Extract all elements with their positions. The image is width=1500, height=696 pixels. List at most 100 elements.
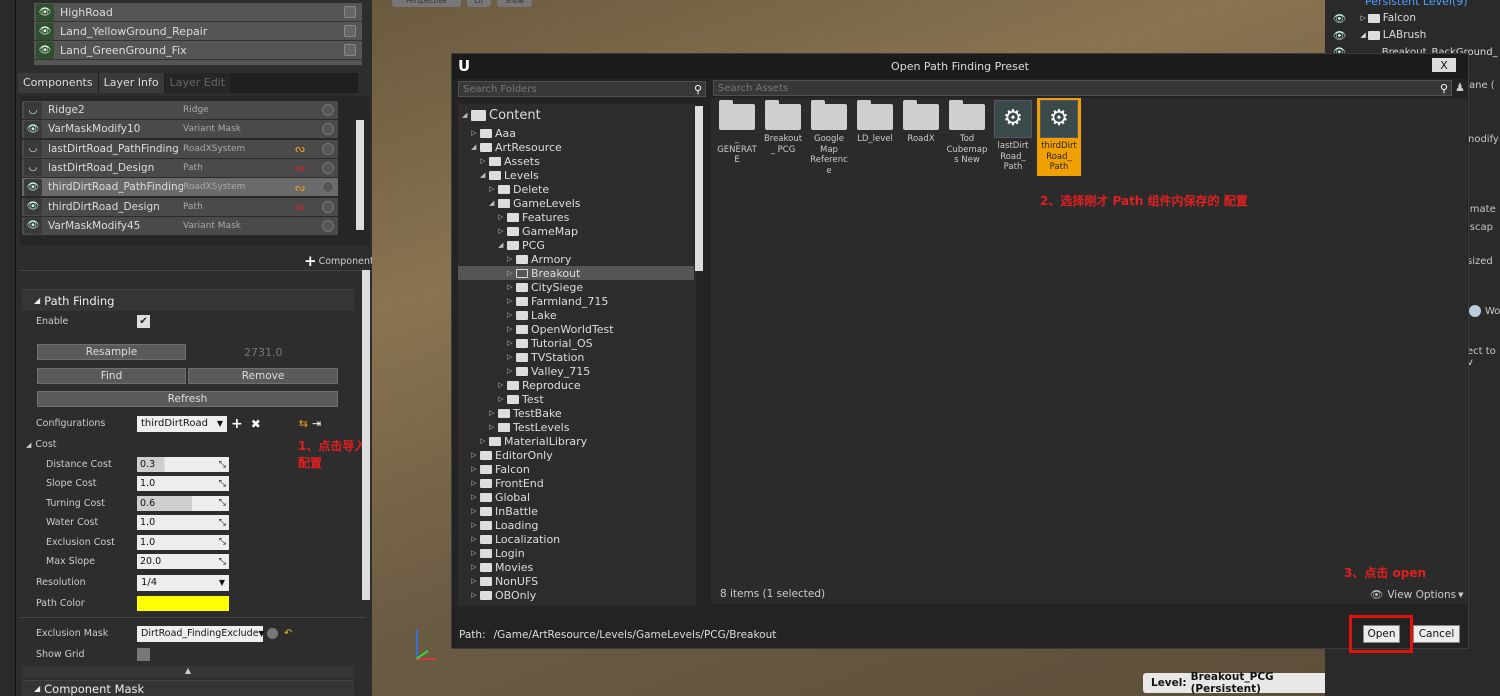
collapsed-arrow-icon[interactable]: ▷: [471, 521, 480, 529]
folder-tree-item[interactable]: ▷ OBOnly: [471, 588, 536, 602]
expanded-arrow-icon[interactable]: ◢: [471, 143, 480, 151]
search-assets-input[interactable]: Search Assets ⚲: [713, 80, 1452, 96]
layer-row[interactable]: 👁 HighRoad: [34, 3, 362, 22]
eye-icon[interactable]: 👁: [36, 3, 54, 21]
folder-tree-item[interactable]: ▷ Farmland_715: [507, 294, 608, 308]
eye-icon[interactable]: 👁: [24, 198, 42, 215]
add-component-button[interactable]: + Component: [304, 252, 374, 270]
collapsed-arrow-icon[interactable]: ▷: [480, 157, 489, 165]
expanded-arrow-icon[interactable]: ◢: [462, 111, 471, 119]
eye-icon[interactable]: 👁: [24, 178, 42, 196]
folder-tree-item[interactable]: ◢ GameLevels: [489, 196, 581, 210]
collapsed-arrow-icon[interactable]: ▷: [471, 493, 480, 501]
folder-tree-item[interactable]: ▷ EditorOnly: [471, 448, 553, 462]
show-grid-checkbox[interactable]: [137, 648, 150, 661]
open-button[interactable]: Open: [1363, 625, 1400, 643]
layer-lock-icon[interactable]: [344, 44, 356, 56]
component-toggle-icon[interactable]: [322, 142, 334, 155]
layer-lock-icon[interactable]: [344, 25, 356, 37]
configurations-dropdown[interactable]: thirdDirtRoad ▼: [137, 415, 227, 432]
exclusion-mask-dropdown[interactable]: DirtRoad_FindingExclude ▼: [137, 625, 265, 642]
details-scrollbar[interactable]: [362, 270, 370, 600]
folder-tree-item[interactable]: ▷ Armory: [507, 252, 571, 266]
tab-layer-info[interactable]: Layer Info: [98, 73, 164, 93]
remove-button[interactable]: Remove: [188, 368, 338, 384]
layer-row[interactable]: 👁 Land_GreenGround_Fix: [34, 41, 362, 60]
collapsed-arrow-icon[interactable]: ▷: [489, 409, 498, 417]
find-button[interactable]: Find: [37, 368, 186, 384]
tree-scrollbar[interactable]: [695, 106, 703, 271]
folder-tree-item[interactable]: ◢ PCG: [498, 238, 545, 252]
folder-tree-item[interactable]: ▷ Tutorial_OS: [507, 336, 593, 350]
perspective-button[interactable]: Perspective: [392, 0, 461, 7]
collapsed-arrow-icon[interactable]: ▷: [471, 549, 480, 557]
folder-tree-item[interactable]: ▷ Falcon: [471, 462, 530, 476]
folder-tree-item[interactable]: ▷ TestBake: [489, 406, 562, 420]
component-row[interactable]: ◡ lastDirtRoad_Design Path ᔓ: [22, 158, 338, 178]
reset-arrow-icon[interactable]: ↶: [284, 628, 292, 639]
collapsed-arrow-icon[interactable]: ▷: [471, 479, 480, 487]
collapsed-arrow-icon[interactable]: ▷: [498, 227, 507, 235]
eye-icon[interactable]: ◡: [24, 159, 42, 177]
folder-tree-item[interactable]: ▷ Delete: [489, 182, 549, 196]
folder-tree-item[interactable]: ▷ Reproduce: [498, 378, 581, 392]
folder-tree-item[interactable]: ▷ Breakout: [458, 266, 694, 280]
dialog-titlebar[interactable]: Open Path Finding Preset: [452, 54, 1468, 79]
expanded-arrow-icon[interactable]: ◢: [480, 171, 489, 179]
collapse-advanced-button[interactable]: ▲: [22, 666, 354, 678]
component-row[interactable]: 👁 VarMaskModify10 Variant Mask: [22, 120, 338, 140]
export-config-icon[interactable]: ⇥: [312, 417, 321, 430]
component-toggle-icon[interactable]: [322, 181, 334, 194]
cost-spinbox[interactable]: 20.0 ⤡: [137, 554, 229, 569]
cancel-button[interactable]: Cancel: [1413, 625, 1460, 643]
cost-group[interactable]: ◢ Cost: [22, 435, 354, 454]
collapsed-arrow-icon[interactable]: ▷: [471, 507, 480, 515]
world-settings-item[interactable]: Wo: [1469, 305, 1500, 317]
browse-icon[interactable]: [267, 628, 278, 639]
component-toggle-icon[interactable]: [322, 219, 334, 232]
outliner-item[interactable]: 👁 ◢ LABrush: [1333, 28, 1500, 42]
eye-icon[interactable]: 👁: [24, 217, 42, 235]
folder-tree-item[interactable]: ▷ CitySiege: [507, 280, 583, 294]
folder-tree-item[interactable]: ▷ MaterialLibrary: [480, 434, 587, 448]
folder-tree-item[interactable]: ▷ TVStation: [507, 350, 584, 364]
collapsed-arrow-icon[interactable]: ▷: [507, 283, 516, 291]
resample-button[interactable]: Resample: [37, 344, 186, 360]
eye-icon[interactable]: 👁: [1333, 29, 1346, 42]
folder-tree-item[interactable]: ▷ InBattle: [471, 504, 538, 518]
component-toggle-icon[interactable]: [322, 200, 334, 213]
tab-layer-edit[interactable]: Layer Edit: [164, 73, 231, 93]
collapsed-arrow-icon[interactable]: ▷: [507, 339, 516, 347]
view-options-button[interactable]: 👁 View Options ▼: [1370, 588, 1464, 602]
folder-tree-item[interactable]: ▷ Localization: [471, 532, 560, 546]
collapsed-arrow-icon[interactable]: ▷: [471, 451, 480, 459]
add-config-icon[interactable]: +: [231, 416, 243, 432]
folder-tree-item[interactable]: ▷ Login: [471, 546, 525, 560]
folder-tree-item[interactable]: ◢ Levels: [480, 168, 539, 182]
folder-tree-item[interactable]: ▷ Global: [471, 490, 530, 504]
folder-tree-item[interactable]: ▷ GameMap: [498, 224, 578, 238]
resolution-dropdown[interactable]: 1/4 ▼: [137, 574, 229, 591]
component-toggle-icon[interactable]: [322, 161, 334, 174]
folder-asset-tile[interactable]: _ GENERATE: [715, 98, 759, 176]
folder-tree-item[interactable]: ▷ TestLevels: [489, 420, 569, 434]
component-row[interactable]: ◡ lastDirtRoad_PathFinding RoadXSystem ᔓ: [22, 139, 338, 159]
folder-asset-tile[interactable]: LD_level: [853, 98, 897, 176]
folder-tree-item[interactable]: ▷ Assets: [480, 154, 540, 168]
lit-button[interactable]: Lit: [466, 0, 492, 7]
collapsed-arrow-icon[interactable]: ▷: [507, 367, 516, 375]
folder-asset-tile[interactable]: Breakout_ PCG: [761, 98, 805, 176]
component-toggle-icon[interactable]: [322, 104, 334, 116]
collapsed-arrow-icon[interactable]: ▷: [507, 255, 516, 263]
folder-tree-item[interactable]: ▷ Lake: [507, 308, 557, 322]
collapsed-arrow-icon[interactable]: ▷: [498, 381, 507, 389]
outliner-item[interactable]: 👁 ▷ Falcon: [1333, 11, 1500, 25]
collapsed-arrow-icon[interactable]: ▷: [498, 395, 507, 403]
collapsed-arrow-icon[interactable]: ▷: [507, 325, 516, 333]
component-list-scrollbar[interactable]: [356, 120, 364, 230]
cost-spinbox[interactable]: 0.3 ⤡: [137, 457, 229, 472]
cost-spinbox[interactable]: 1.0 ⤡: [137, 534, 229, 550]
layer-row[interactable]: [34, 60, 362, 66]
delete-config-icon[interactable]: ✖: [251, 417, 261, 431]
component-mask-header[interactable]: ◢ Component Mask: [22, 680, 354, 696]
